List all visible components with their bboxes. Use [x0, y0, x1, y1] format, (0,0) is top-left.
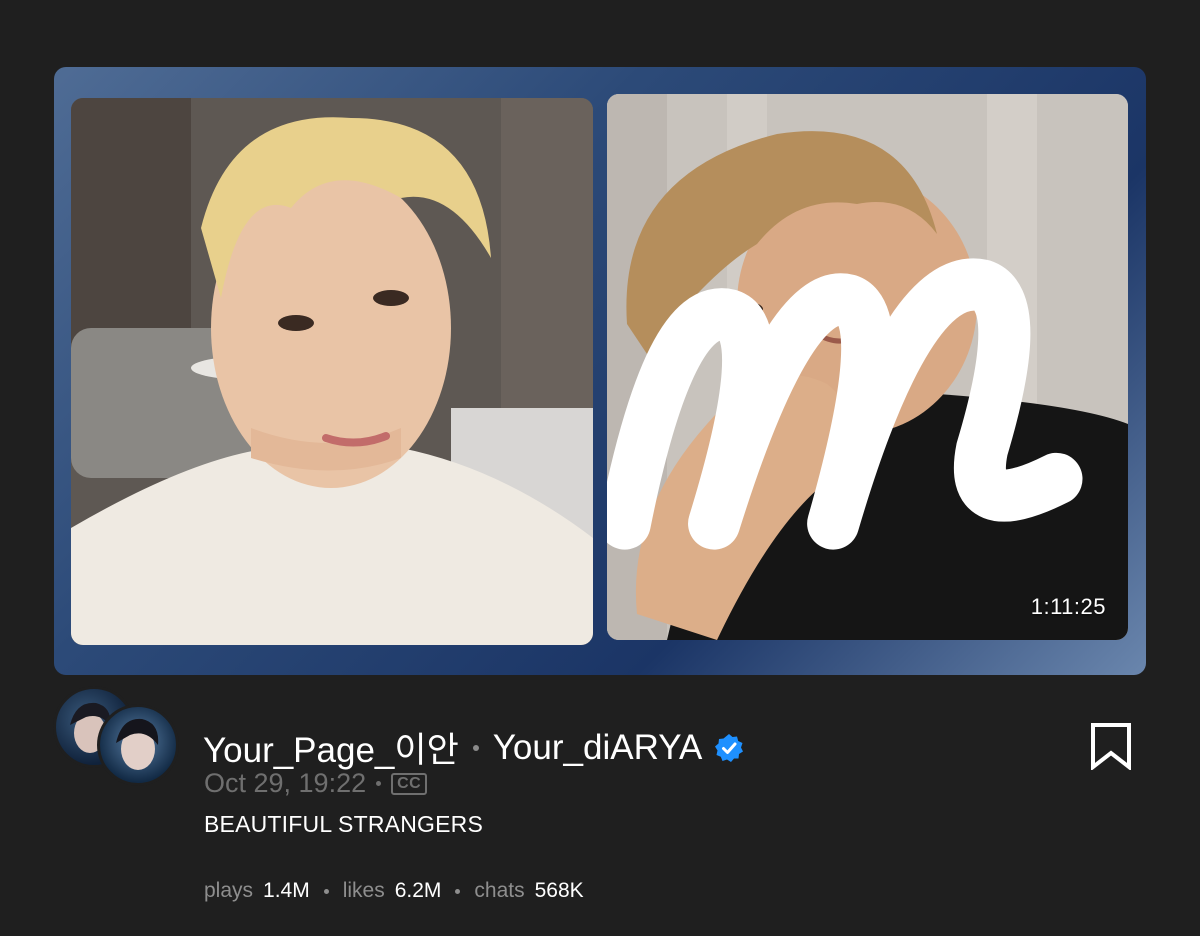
video-duration: 1:11:25 [1030, 594, 1106, 619]
chats-count: 568K [534, 879, 584, 902]
post-meta: Oct 29, 19:22 CC [204, 768, 428, 799]
participant-left-image [71, 98, 593, 645]
channel-secondary-name[interactable]: Your_diARYA [493, 728, 703, 768]
likes-count: 6.2M [394, 879, 442, 902]
video-tile-left [71, 98, 593, 645]
chats-label: chats [474, 879, 525, 902]
separator-dot [455, 888, 461, 894]
plays-label: plays [204, 879, 254, 902]
avatar-secondary-image [116, 718, 159, 770]
post-date: Oct 29, 19:22 [204, 768, 367, 798]
plays-count: 1.4M [263, 879, 310, 902]
avatar-secondary[interactable] [97, 704, 179, 786]
channel-primary-name[interactable]: Your_Page_이안 [203, 722, 459, 773]
bookmark-icon[interactable] [1090, 722, 1132, 770]
channel-names: Your_Page_이안 Your_diARYA [203, 722, 744, 773]
video-player[interactable]: 1:11:25 [54, 67, 1146, 675]
post-title: BEAUTIFUL STRANGERS [204, 811, 483, 837]
video-tile-right: 1:11:25 [607, 94, 1128, 640]
separator-dot [376, 781, 382, 786]
separator-dot [472, 744, 479, 751]
likes-label: likes [342, 879, 385, 902]
separator-dot [323, 888, 329, 894]
m-script-logo-icon [607, 258, 1083, 550]
verified-check-icon [715, 733, 744, 762]
closed-captions-icon: CC [391, 772, 428, 795]
channel-avatars[interactable] [53, 686, 179, 786]
video-post-page: 1:11:25 Your_Page_이안 Your_diARYA Oct 29, [0, 0, 1200, 936]
post-stats: plays 1.4M likes 6.2M chats 568K [204, 879, 584, 903]
